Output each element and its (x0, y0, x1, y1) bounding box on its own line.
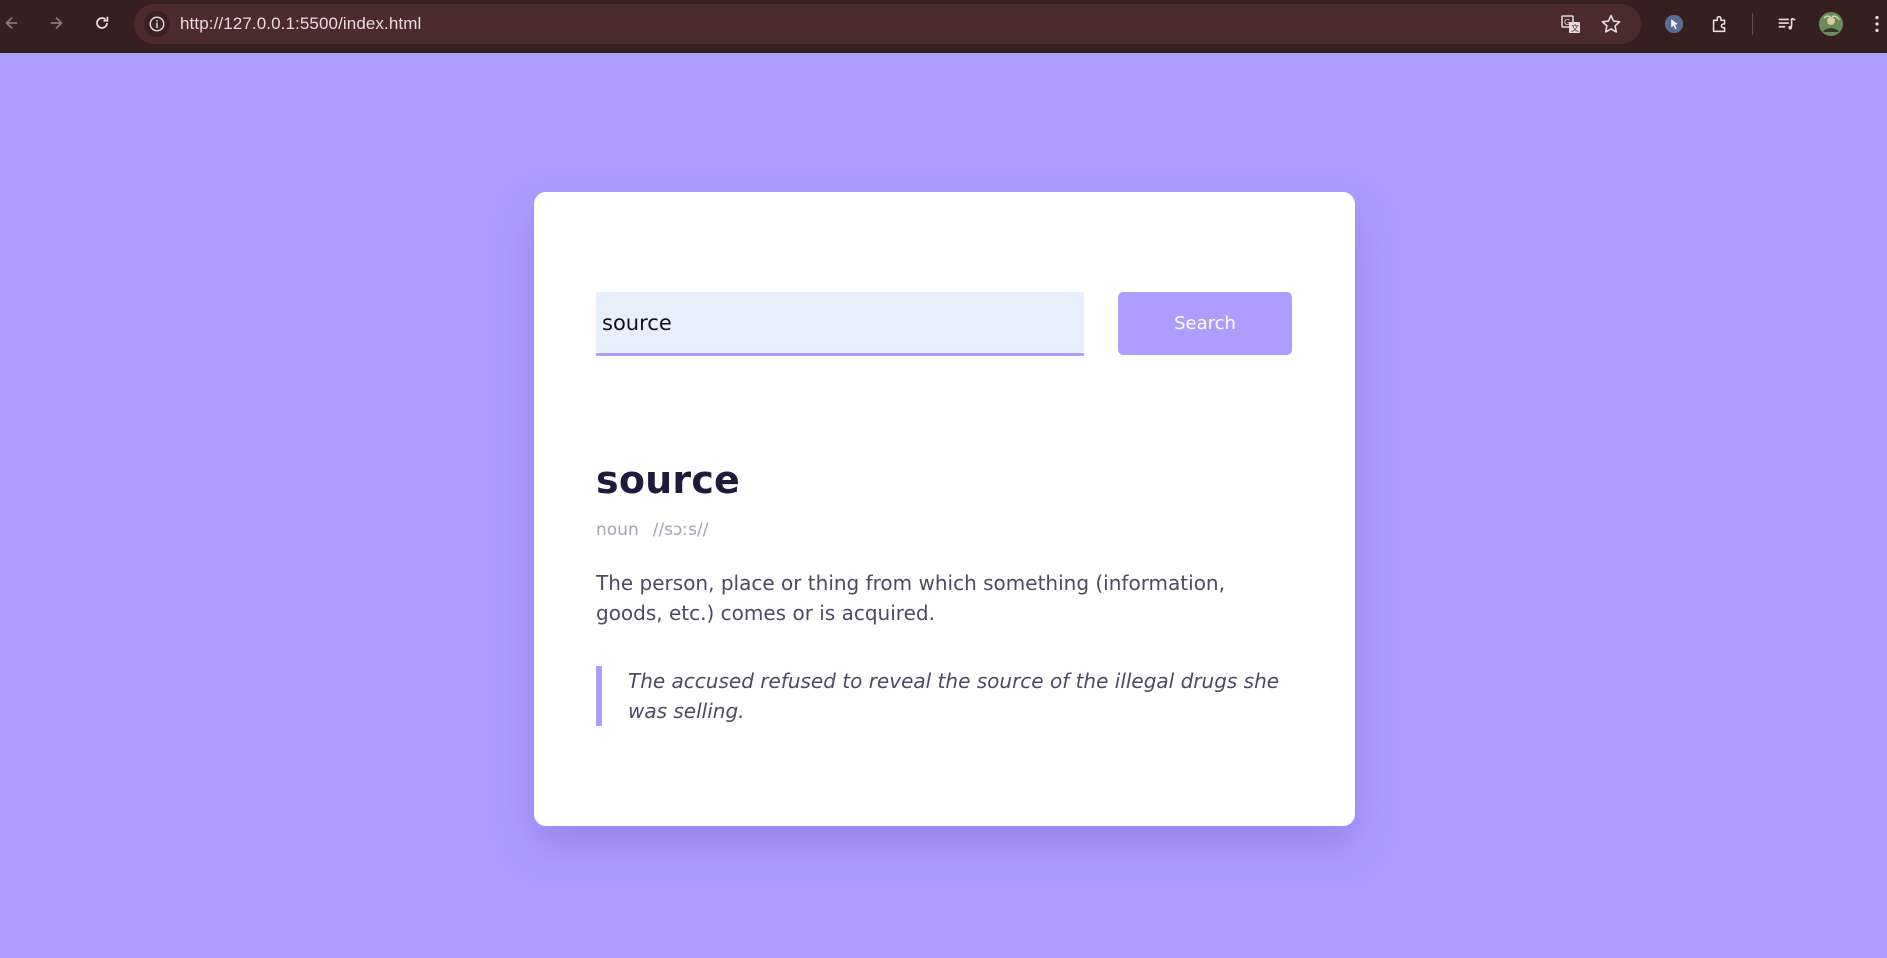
puzzle-icon[interactable] (1707, 11, 1733, 37)
back-arrow-icon[interactable] (0, 8, 27, 38)
phonetic: //sɔːs// (652, 520, 709, 540)
translate-icon[interactable]: G文 (1560, 13, 1582, 35)
avatar[interactable] (1818, 11, 1844, 37)
info-icon[interactable] (144, 11, 170, 37)
word-meta: noun //sɔːs// (596, 520, 708, 540)
kebab-menu-icon[interactable] (1864, 11, 1887, 37)
url-text[interactable]: http://127.0.0.1:5500/index.html (180, 14, 421, 34)
toolbar-divider (1752, 13, 1753, 35)
search-button[interactable]: Search (1118, 292, 1292, 355)
definition-text: The person, place or thing from which so… (596, 571, 1225, 625)
result-word: source (596, 458, 741, 502)
reload-icon[interactable] (87, 8, 117, 38)
browser-toolbar: http://127.0.0.1:5500/index.html G文 (0, 0, 1887, 53)
forward-arrow-icon[interactable] (41, 8, 71, 38)
cursor-extension-icon[interactable] (1661, 11, 1687, 37)
svg-text:文: 文 (1571, 23, 1579, 33)
search-input[interactable] (596, 292, 1084, 356)
address-bar[interactable]: http://127.0.0.1:5500/index.html G文 (134, 4, 1641, 44)
star-icon[interactable] (1600, 13, 1622, 35)
example-quote: The accused refused to reveal the source… (596, 666, 1296, 726)
part-of-speech: noun (596, 520, 639, 540)
media-control-icon[interactable] (1774, 11, 1800, 37)
dictionary-card: Search source noun //sɔːs// The person, … (534, 192, 1355, 826)
